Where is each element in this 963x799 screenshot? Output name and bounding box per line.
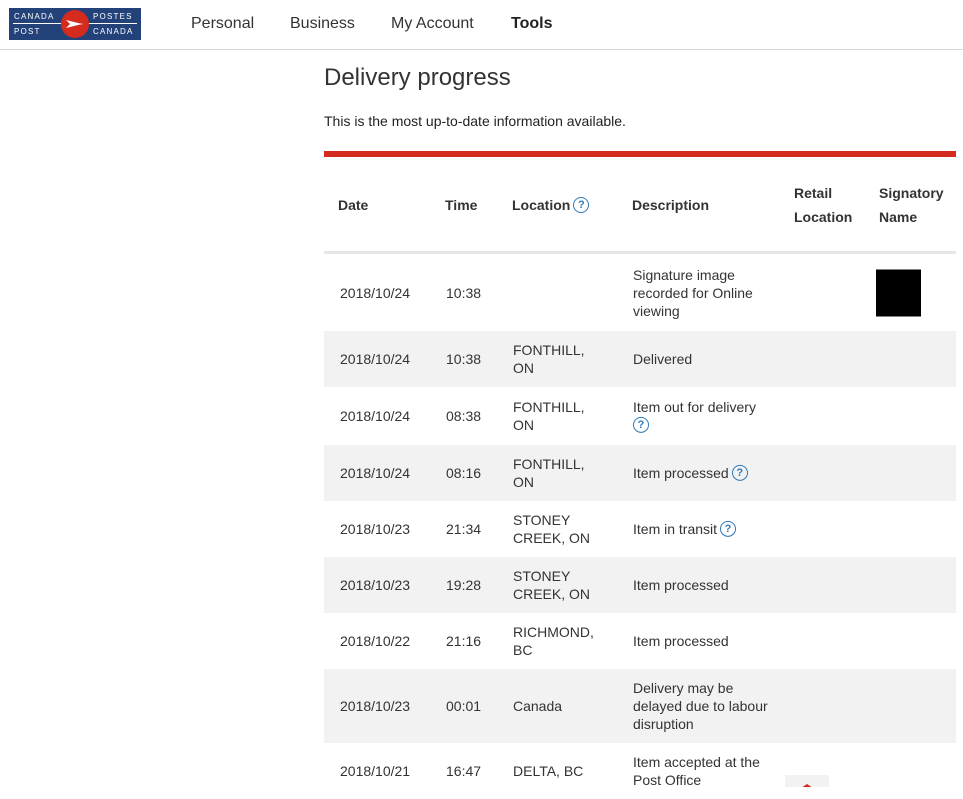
post-office-icon[interactable] <box>785 775 829 787</box>
page-title: Delivery progress <box>324 64 511 91</box>
cell-date: 2018/10/24 <box>340 408 411 424</box>
table-row: 2018/10/22 21:16 RICHMOND, BC Item proce… <box>324 613 956 669</box>
nav-my-account[interactable]: My Account <box>391 15 474 33</box>
cell-date: 2018/10/24 <box>340 351 411 367</box>
cell-time: 16:47 <box>446 763 482 779</box>
cell-date: 2018/10/24 <box>340 465 411 481</box>
cell-date: 2018/10/22 <box>340 633 411 649</box>
header-time: Time <box>445 197 478 213</box>
header-signatory-line1: Signatory <box>879 185 944 201</box>
nav-business[interactable]: Business <box>290 15 355 33</box>
canada-post-emblem-icon <box>61 10 89 38</box>
item-in-transit-help-icon[interactable] <box>720 521 737 538</box>
header-location: Location <box>512 193 590 217</box>
cell-time: 19:28 <box>446 577 482 593</box>
description-text: Item processed <box>633 464 729 481</box>
table-row: 2018/10/23 19:28 STONEY CREEK, ON Item p… <box>324 557 956 613</box>
logo-text-canada: CANADA <box>14 12 55 21</box>
nav-tools[interactable]: Tools <box>511 15 552 33</box>
item-processed-help-icon[interactable] <box>731 465 748 482</box>
cell-date: 2018/10/23 <box>340 577 411 593</box>
cell-location: STONEY CREEK, ON <box>513 512 591 546</box>
signature-image[interactable] <box>876 269 921 316</box>
description-text: Item out for delivery <box>633 398 756 415</box>
cell-description: Item processed <box>633 464 773 482</box>
header-date: Date <box>338 197 369 213</box>
cell-description: Item processed <box>633 633 729 649</box>
cell-location: DELTA, BC <box>513 763 584 779</box>
site-header: CANADA POSTES POST CANADA Personal Busin… <box>0 0 963 50</box>
header-location-label: Location <box>512 197 571 213</box>
logo-text-post: POST <box>14 27 41 36</box>
cell-date: 2018/10/21 <box>340 763 411 779</box>
header-retail-location: Retail Location <box>794 181 852 229</box>
cell-date: 2018/10/24 <box>340 284 411 301</box>
table-row: 2018/10/24 08:38 FONTHILL, ON Item out f… <box>324 387 956 445</box>
out-for-delivery-help-icon[interactable] <box>633 417 649 434</box>
cell-description: Delivery may be delayed due to labour di… <box>633 680 768 732</box>
table-row: 2018/10/24 10:38 Signature image recorde… <box>324 254 956 331</box>
table-row: 2018/10/23 21:34 STONEY CREEK, ON Item i… <box>324 501 956 557</box>
cell-time: 00:01 <box>446 698 482 714</box>
header-signatory-line2: Name <box>879 209 918 225</box>
cell-time: 10:38 <box>446 284 482 301</box>
cell-description: Item in transit <box>633 520 773 538</box>
canada-post-logo[interactable]: CANADA POSTES POST CANADA <box>9 8 141 40</box>
cell-description: Item out for delivery <box>633 398 773 434</box>
cell-description: Signature image recorded for Online view… <box>633 266 753 319</box>
cell-location: RICHMOND, BC <box>513 624 594 658</box>
description-text: Item in transit <box>633 520 718 537</box>
logo-text-postes: POSTES <box>93 12 133 21</box>
cell-date: 2018/10/23 <box>340 521 411 537</box>
cell-location: FONTHILL, ON <box>513 399 585 433</box>
header-signatory-name: Signatory Name <box>879 181 944 229</box>
cell-location: FONTHILL, ON <box>513 456 585 490</box>
cell-location: Canada <box>513 698 563 714</box>
page-subtitle: This is the most up-to-date information … <box>324 113 626 129</box>
cell-location: FONTHILL, ON <box>513 342 585 376</box>
cell-date: 2018/10/23 <box>340 698 411 714</box>
table-row: 2018/10/21 16:47 DELTA, BC Item accepted… <box>324 743 956 799</box>
cell-description: Item processed <box>633 577 729 593</box>
header-description: Description <box>632 197 710 213</box>
cell-location: STONEY CREEK, ON <box>513 568 591 602</box>
table-row: 2018/10/24 08:16 FONTHILL, ON Item proce… <box>324 445 956 501</box>
header-retail-line1: Retail <box>794 185 833 201</box>
logo-text-canada-2: CANADA <box>93 27 134 36</box>
location-help-icon[interactable] <box>573 197 590 214</box>
cell-time: 10:38 <box>446 351 482 367</box>
cell-description: Delivered <box>633 351 693 367</box>
cell-time: 21:34 <box>446 521 482 537</box>
cell-time: 08:16 <box>446 465 482 481</box>
header-retail-line2: Location <box>794 209 853 225</box>
cell-time: 21:16 <box>446 633 482 649</box>
table-header: Date Time Location Description Retail Lo… <box>324 157 956 254</box>
nav-personal[interactable]: Personal <box>191 15 254 33</box>
cell-description: Item accepted at the Post Office <box>633 754 760 788</box>
cell-time: 08:38 <box>446 408 482 424</box>
table-row: 2018/10/24 10:38 FONTHILL, ON Delivered <box>324 331 956 387</box>
table-row: 2018/10/23 00:01 Canada Delivery may be … <box>324 669 956 743</box>
